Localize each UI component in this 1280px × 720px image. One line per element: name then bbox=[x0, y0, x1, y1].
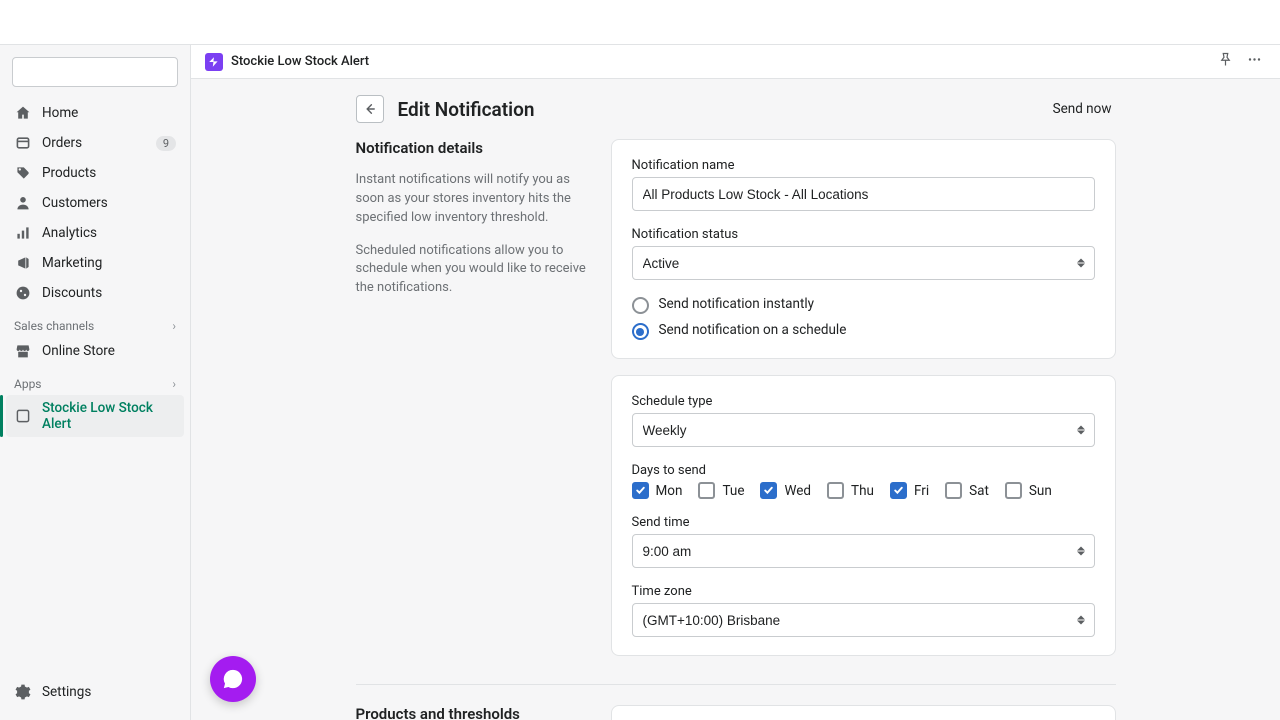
schedule-type-label: Schedule type bbox=[632, 394, 1095, 409]
sidebar-item-label: Orders bbox=[42, 135, 156, 151]
products-card: Standard notification Choose a single th… bbox=[611, 705, 1116, 720]
notification-status-select[interactable] bbox=[632, 246, 1095, 280]
day-checkbox-tue[interactable]: Tue bbox=[698, 482, 744, 499]
arrow-left-icon bbox=[363, 102, 377, 116]
radio-schedule[interactable]: Send notification on a schedule bbox=[632, 322, 1095, 340]
day-label: Tue bbox=[722, 483, 744, 499]
sidebar-item-analytics[interactable]: Analytics bbox=[6, 219, 184, 247]
orders-icon bbox=[14, 134, 32, 152]
section-label: Sales channels bbox=[14, 319, 94, 333]
sidebar-section-apps[interactable]: Apps › bbox=[6, 367, 184, 395]
radio-icon bbox=[632, 297, 649, 314]
name-label: Notification name bbox=[632, 158, 1095, 173]
timezone-select[interactable] bbox=[632, 603, 1095, 637]
gear-icon bbox=[14, 683, 32, 701]
products-icon bbox=[14, 164, 32, 182]
sidebar-item-label: Online Store bbox=[42, 343, 176, 359]
sidebar-item-label: Discounts bbox=[42, 285, 176, 301]
chevron-right-icon: › bbox=[172, 377, 176, 391]
checkbox-icon bbox=[1005, 482, 1022, 499]
sidebar-item-marketing[interactable]: Marketing bbox=[6, 249, 184, 277]
sidebar-item-home[interactable]: Home bbox=[6, 99, 184, 127]
search-input[interactable] bbox=[12, 57, 178, 87]
chevron-right-icon: › bbox=[172, 319, 176, 333]
orders-badge: 9 bbox=[156, 136, 176, 151]
sidebar-item-label: Analytics bbox=[42, 225, 176, 241]
section-title: Products and thresholds bbox=[356, 705, 591, 720]
sidebar-item-label: Settings bbox=[42, 684, 176, 700]
section-label: Apps bbox=[14, 377, 42, 391]
checkbox-icon bbox=[945, 482, 962, 499]
schedule-type-select[interactable] bbox=[632, 413, 1095, 447]
day-label: Sun bbox=[1029, 483, 1052, 499]
checkbox-icon bbox=[760, 482, 777, 499]
notification-name-input[interactable] bbox=[632, 177, 1095, 211]
section-title: Notification details bbox=[356, 139, 591, 157]
chat-fab[interactable] bbox=[210, 656, 256, 702]
radio-label: Send notification on a schedule bbox=[659, 322, 847, 338]
send-now-button[interactable]: Send now bbox=[1049, 95, 1116, 123]
status-label: Notification status bbox=[632, 227, 1095, 242]
send-time-select[interactable] bbox=[632, 534, 1095, 568]
sidebar-item-label: Customers bbox=[42, 195, 176, 211]
day-checkbox-thu[interactable]: Thu bbox=[827, 482, 874, 499]
radio-icon bbox=[632, 323, 649, 340]
sidebar: Home Orders 9 Products Customers Analyti… bbox=[0, 45, 191, 720]
day-label: Mon bbox=[656, 483, 683, 499]
day-checkbox-sun[interactable]: Sun bbox=[1005, 482, 1052, 499]
top-spacer bbox=[0, 0, 1280, 45]
timezone-label: Time zone bbox=[632, 584, 1095, 599]
pin-icon[interactable] bbox=[1214, 48, 1237, 75]
schedule-card: Schedule type Days to send Mon Tue Wed Thu F… bbox=[611, 375, 1116, 656]
store-icon bbox=[14, 342, 32, 360]
day-checkbox-sat[interactable]: Sat bbox=[945, 482, 989, 499]
notification-details-card: Notification name Notification status bbox=[611, 139, 1116, 359]
radio-label: Send notification instantly bbox=[659, 296, 815, 312]
sidebar-item-settings[interactable]: Settings bbox=[6, 678, 184, 706]
days-label: Days to send bbox=[632, 463, 1095, 478]
sidebar-section-channels[interactable]: Sales channels › bbox=[6, 309, 184, 337]
main-content: Stockie Low Stock Alert Edit Notificatio… bbox=[191, 45, 1280, 720]
sidebar-item-label: Products bbox=[42, 165, 176, 181]
app-name: Stockie Low Stock Alert bbox=[231, 54, 1208, 69]
sidebar-item-products[interactable]: Products bbox=[6, 159, 184, 187]
app-icon bbox=[205, 53, 223, 71]
chat-icon bbox=[222, 668, 244, 690]
checkbox-icon bbox=[890, 482, 907, 499]
home-icon bbox=[14, 104, 32, 122]
page-title: Edit Notification bbox=[398, 98, 1049, 121]
day-checkbox-fri[interactable]: Fri bbox=[890, 482, 929, 499]
app-bar: Stockie Low Stock Alert bbox=[191, 45, 1280, 79]
sidebar-item-label: Stockie Low Stock Alert bbox=[42, 400, 176, 432]
sidebar-item-online-store[interactable]: Online Store bbox=[6, 337, 184, 365]
day-checkbox-mon[interactable]: Mon bbox=[632, 482, 683, 499]
discounts-icon bbox=[14, 284, 32, 302]
sidebar-item-label: Marketing bbox=[42, 255, 176, 271]
checkbox-icon bbox=[827, 482, 844, 499]
section-desc: Scheduled notifications allow you to sch… bbox=[356, 242, 591, 299]
checkbox-icon bbox=[698, 482, 715, 499]
day-label: Wed bbox=[784, 483, 811, 499]
send-time-label: Send time bbox=[632, 515, 1095, 530]
sidebar-item-label: Home bbox=[42, 105, 176, 121]
back-button[interactable] bbox=[356, 95, 384, 123]
sidebar-item-stockie-app[interactable]: Stockie Low Stock Alert bbox=[6, 395, 184, 437]
day-label: Fri bbox=[914, 483, 929, 499]
day-label: Thu bbox=[851, 483, 874, 499]
radio-instant[interactable]: Send notification instantly bbox=[632, 296, 1095, 314]
day-checkbox-wed[interactable]: Wed bbox=[760, 482, 811, 499]
checkbox-icon bbox=[632, 482, 649, 499]
sidebar-item-customers[interactable]: Customers bbox=[6, 189, 184, 217]
sidebar-item-discounts[interactable]: Discounts bbox=[6, 279, 184, 307]
page-header: Edit Notification Send now bbox=[356, 95, 1116, 139]
more-icon[interactable] bbox=[1243, 48, 1266, 75]
analytics-icon bbox=[14, 224, 32, 242]
marketing-icon bbox=[14, 254, 32, 272]
sidebar-item-orders[interactable]: Orders 9 bbox=[6, 129, 184, 157]
day-label: Sat bbox=[969, 483, 989, 499]
customers-icon bbox=[14, 194, 32, 212]
divider bbox=[356, 684, 1116, 685]
section-desc: Instant notifications will notify you as… bbox=[356, 171, 591, 228]
app-icon bbox=[14, 407, 32, 425]
